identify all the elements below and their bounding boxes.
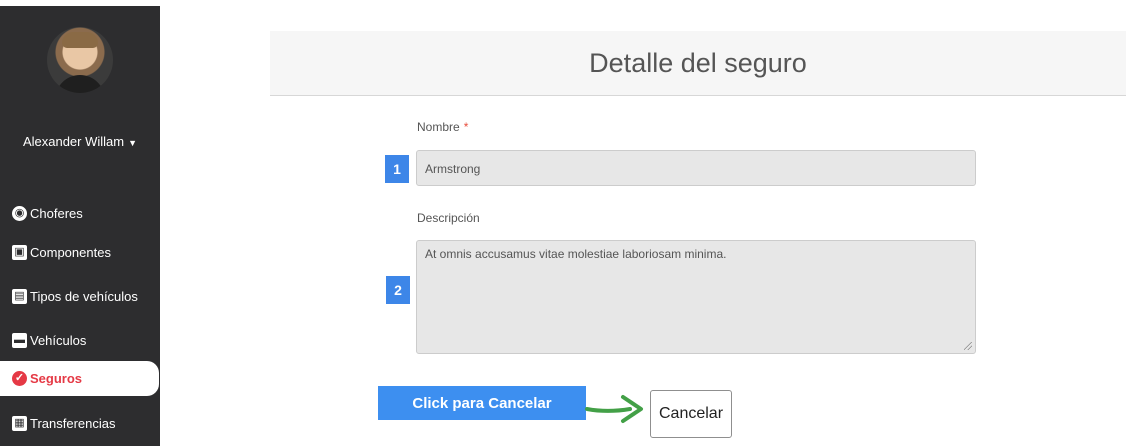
header-divider (270, 95, 1126, 96)
required-mark: * (463, 120, 469, 134)
description-text: At omnis accusamus vitae molestiae labor… (425, 247, 727, 261)
chevron-down-icon: ▼ (128, 137, 138, 148)
name-label: Nombre * (417, 120, 469, 134)
right-arrow-icon (585, 395, 643, 423)
page-title: Detalle del seguro (589, 48, 807, 78)
user-menu[interactable]: Alexander Willam ▼ (0, 134, 160, 149)
cancel-callout: Click para Cancelar (378, 386, 586, 420)
sidebar-item-seguros[interactable]: ✓ Seguros (0, 361, 159, 396)
avatar-shirt (55, 75, 105, 93)
avatar (47, 27, 113, 93)
description-field[interactable]: At omnis accusamus vitae molestiae labor… (416, 240, 976, 354)
sidebar-item-label: Transferencias (30, 416, 116, 431)
sidebar-item-label: Tipos de vehículos (30, 289, 138, 304)
sidebar-item-tipos-de-vehiculos[interactable]: ▤ Tipos de vehículos (0, 279, 160, 314)
sidebar-item-label: Componentes (30, 245, 111, 260)
car-icon: ▬ (12, 333, 27, 348)
cancel-button[interactable]: Cancelar (650, 390, 732, 438)
avatar-hair (62, 32, 98, 48)
sidebar: Alexander Willam ▼ ◉ Choferes ▣ Component… (0, 6, 160, 446)
sidebar-item-label: Seguros (30, 371, 83, 386)
resize-handle-icon[interactable] (964, 342, 972, 350)
user-name: Alexander Willam (22, 134, 125, 149)
transfer-icon: ▦ (12, 416, 27, 431)
shield-icon: ✓ (12, 371, 27, 386)
step-2-badge: 2 (386, 276, 410, 304)
sidebar-item-choferes[interactable]: ◉ Choferes (0, 196, 160, 231)
sidebar-item-componentes[interactable]: ▣ Componentes (0, 235, 160, 270)
sidebar-item-label: Choferes (30, 206, 83, 221)
name-field[interactable]: Armstrong (416, 150, 976, 186)
sidebar-item-transferencias[interactable]: ▦ Transferencias (0, 406, 160, 441)
steering-wheel-icon: ◉ (12, 206, 27, 221)
sidebar-item-vehiculos[interactable]: ▬ Vehículos (0, 323, 160, 358)
description-label: Descripción (417, 211, 480, 225)
component-icon: ▣ (12, 245, 27, 260)
step-1-badge: 1 (385, 155, 409, 183)
sidebar-item-label: Vehículos (30, 333, 87, 348)
bus-icon: ▤ (12, 289, 27, 304)
